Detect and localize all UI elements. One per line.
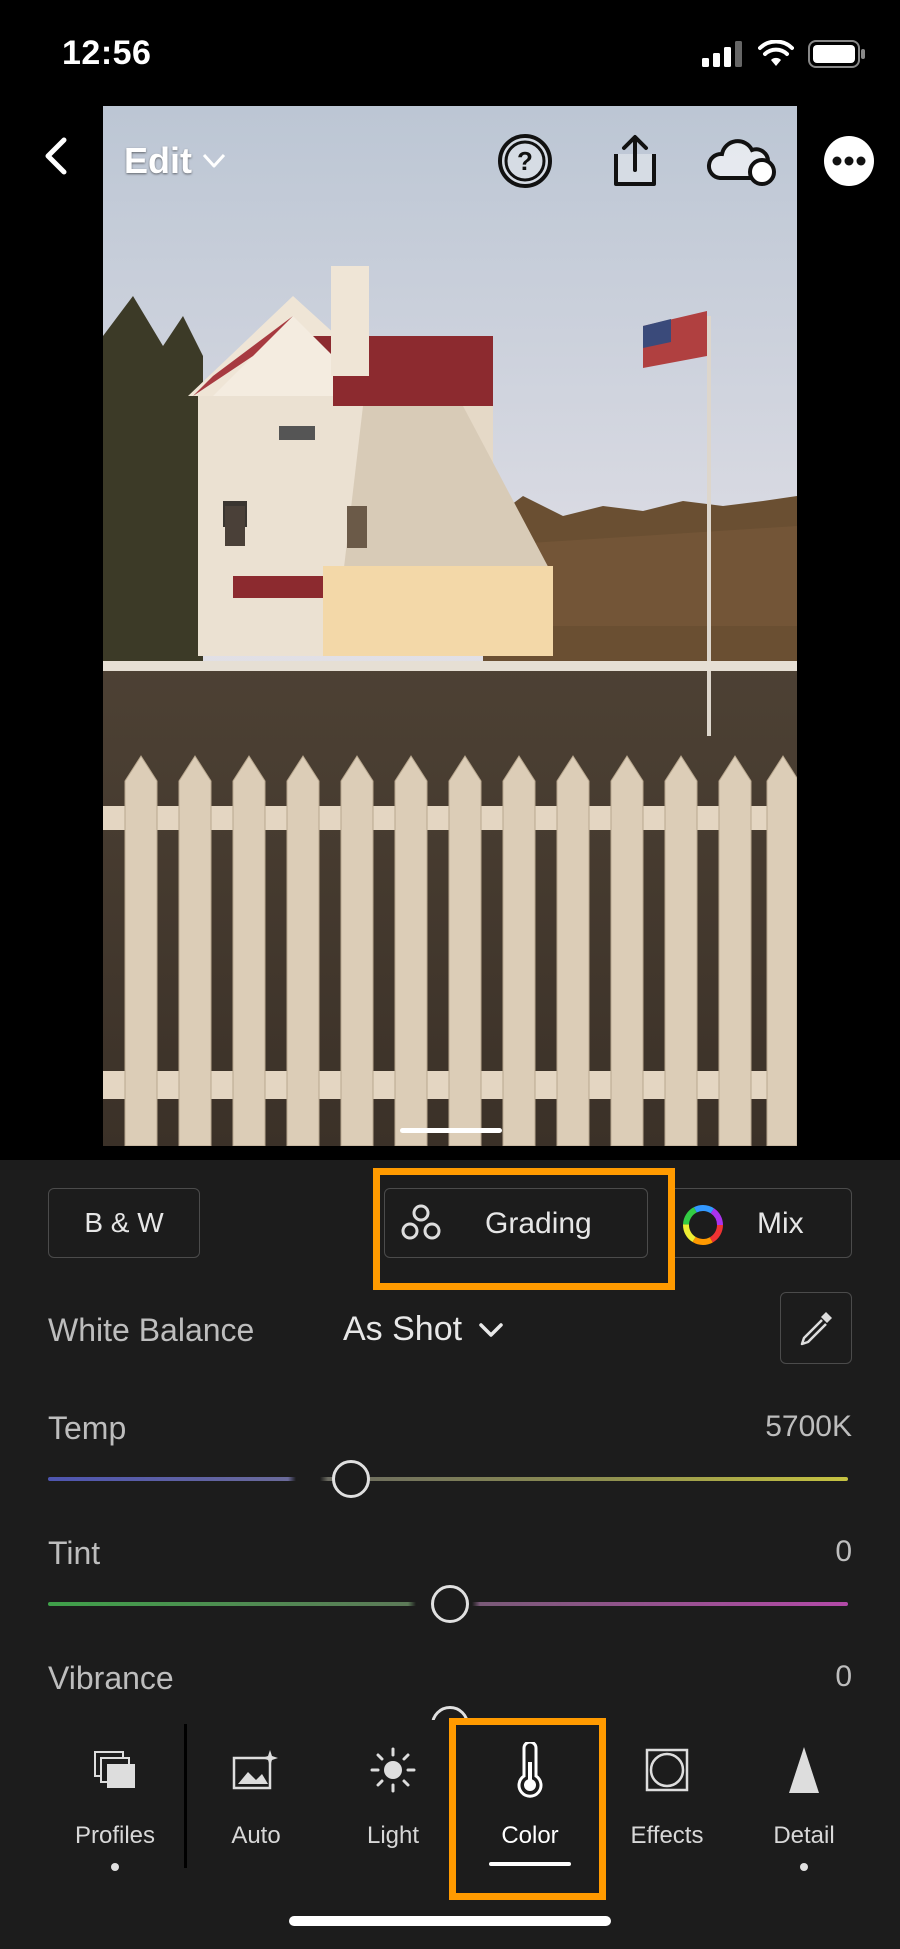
tab-label-auto: Auto [231, 1822, 281, 1849]
profiles-icon [94, 1751, 135, 1788]
profiles-indicator-dot [111, 1863, 119, 1871]
white-balance-value: As Shot [343, 1310, 463, 1348]
share-icon [614, 135, 656, 186]
tab-divider [184, 1724, 187, 1868]
mix-button[interactable]: Mix [668, 1188, 852, 1258]
auto-icon [232, 1750, 278, 1790]
detail-indicator-dot [800, 1863, 808, 1871]
wifi-icon [758, 40, 794, 66]
effects-icon [645, 1748, 689, 1792]
color-tab-highlight-box [449, 1718, 606, 1900]
tab-profiles[interactable]: Profiles [55, 1740, 175, 1850]
edit-mode-dropdown[interactable]: Edit [124, 140, 226, 182]
tint-label: Tint [48, 1535, 101, 1571]
mix-label: Mix [757, 1207, 804, 1240]
cloud-sync-button[interactable] [706, 132, 780, 190]
status-icons [702, 40, 866, 68]
back-button[interactable] [36, 136, 76, 176]
tint-value: 0 [835, 1535, 852, 1568]
vibrance-label: Vibrance [48, 1660, 174, 1696]
tab-label-light: Light [366, 1822, 420, 1849]
signal-icon [702, 41, 742, 67]
eyedropper-button[interactable] [780, 1292, 852, 1364]
battery-icon [808, 40, 865, 68]
temp-label: Temp [48, 1410, 127, 1446]
vibrance-value: 0 [835, 1660, 852, 1693]
tab-light[interactable]: Light [333, 1740, 453, 1850]
color-wheel-icon [683, 1205, 723, 1245]
edit-label: Edit [124, 140, 192, 181]
caret-down-icon [202, 153, 226, 168]
tab-label-effects: Effects [630, 1822, 704, 1849]
eyedropper-icon [800, 1312, 832, 1346]
bw-button[interactable]: B & W [48, 1188, 200, 1258]
white-balance-dropdown[interactable]: As Shot [343, 1310, 504, 1349]
svg-text:?: ? [517, 146, 533, 176]
share-button[interactable] [606, 132, 664, 190]
tint-slider-thumb[interactable] [431, 1585, 469, 1623]
temp-slider-thumb[interactable] [332, 1460, 370, 1498]
help-icon: ? [498, 134, 552, 188]
tab-auto[interactable]: Auto [196, 1740, 316, 1850]
home-indicator [289, 1916, 611, 1926]
tab-effects[interactable]: Effects [607, 1740, 727, 1850]
white-balance-label: White Balance [48, 1312, 255, 1348]
grading-highlight-box [373, 1168, 675, 1290]
sun-icon [370, 1747, 416, 1793]
chevron-left-icon [45, 137, 67, 175]
chevron-down-icon [479, 1322, 503, 1337]
photo-scroll-indicator [400, 1128, 502, 1133]
tab-label-profiles: Profiles [74, 1822, 156, 1849]
temp-value: 5700K [765, 1410, 852, 1443]
tab-detail[interactable]: Detail [744, 1740, 864, 1850]
status-time: 12:56 [62, 34, 152, 72]
tab-label-detail: Detail [773, 1822, 835, 1849]
temp-slider-track[interactable] [48, 1477, 848, 1481]
photo-canvas[interactable] [103, 106, 797, 1146]
more-options-button[interactable] [820, 132, 878, 190]
more-icon [824, 136, 874, 186]
detail-icon [789, 1747, 819, 1793]
cloud-icon [707, 139, 776, 186]
help-button[interactable]: ? [496, 132, 554, 190]
